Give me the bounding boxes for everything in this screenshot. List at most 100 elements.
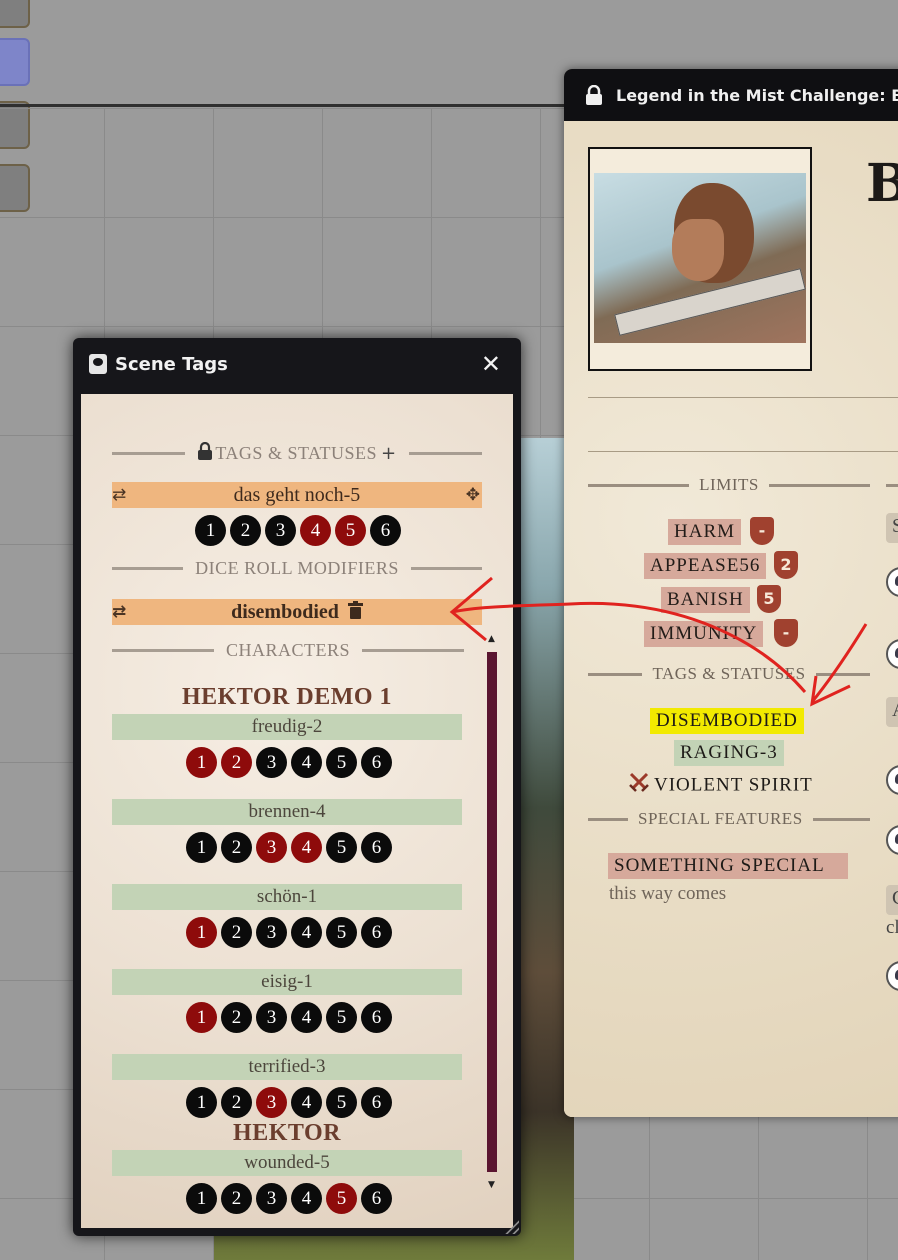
die-1[interactable]: 1 [186, 1002, 217, 1033]
die-2[interactable]: 2 [221, 1183, 252, 1214]
die-4[interactable]: 4 [291, 1002, 322, 1033]
die-5[interactable]: 5 [326, 917, 357, 948]
status-tag[interactable]: eisig-1 [112, 969, 462, 995]
plus-icon[interactable]: + [381, 443, 397, 464]
scroll-up-icon[interactable]: ▲ [488, 634, 495, 644]
shield-icon: 5 [757, 585, 781, 613]
character-name[interactable]: HEKTOR DEMO 1 [112, 684, 462, 711]
character-name[interactable]: HEKTOR [112, 1120, 462, 1147]
divider [588, 397, 898, 398]
lock-icon[interactable] [584, 84, 604, 105]
scene-tags-content: TAGS & STATUSES + ⇄ das geht noch-5 ✥ 12… [81, 394, 513, 1228]
move-icon[interactable]: ✥ [466, 482, 480, 508]
die-6[interactable]: 6 [361, 832, 392, 863]
status-tag[interactable]: wounded-5 [112, 1150, 462, 1176]
skull-icon[interactable] [886, 765, 898, 795]
die-5[interactable]: 5 [326, 1002, 357, 1033]
tool-button-top[interactable] [0, 0, 30, 28]
die-4[interactable]: 4 [291, 1087, 322, 1118]
limit-banish[interactable]: BANISH [661, 587, 750, 613]
resize-handle[interactable] [505, 1220, 519, 1234]
right-column-chip[interactable]: S [886, 513, 898, 543]
die-4[interactable]: 4 [291, 832, 322, 863]
die-1[interactable]: 1 [186, 1087, 217, 1118]
status-tag[interactable]: schön-1 [112, 884, 462, 910]
limit-appease[interactable]: APPEASE56 [644, 553, 767, 579]
dice-roll-modifiers-heading: DICE ROLL MODIFIERS [112, 558, 482, 579]
limit-harm[interactable]: HARM [668, 519, 742, 545]
die-3[interactable]: 3 [256, 1002, 287, 1033]
trash-icon[interactable] [347, 600, 363, 626]
die-5[interactable]: 5 [335, 515, 366, 546]
die-4[interactable]: 4 [291, 917, 322, 948]
status-raging[interactable]: RAGING-3 [674, 740, 784, 766]
skull-icon[interactable] [886, 961, 898, 991]
skull-icon[interactable] [886, 825, 898, 855]
die-5[interactable]: 5 [326, 1087, 357, 1118]
die-5[interactable]: 5 [326, 832, 357, 863]
lock-icon[interactable] [197, 441, 213, 465]
tags-statuses-heading: TAGS & STATUSES [588, 664, 870, 684]
die-6[interactable]: 6 [370, 515, 401, 546]
die-3[interactable]: 3 [256, 1183, 287, 1214]
divider [588, 451, 898, 452]
die-2[interactable]: 2 [230, 515, 261, 546]
limit-immunity[interactable]: IMMUNITY [644, 621, 764, 647]
die-3[interactable]: 3 [256, 917, 287, 948]
swap-icon[interactable]: ⇄ [112, 599, 126, 625]
dice-row: 123456 [186, 832, 392, 863]
challenge-portrait[interactable] [588, 147, 812, 371]
scene-tag-das-geht-noch[interactable]: ⇄ das geht noch-5 ✥ [112, 482, 482, 508]
status-tag[interactable]: terrified-3 [112, 1054, 462, 1080]
die-1[interactable]: 1 [186, 747, 217, 778]
die-1[interactable]: 1 [186, 832, 217, 863]
die-6[interactable]: 6 [361, 917, 392, 948]
die-6[interactable]: 6 [361, 747, 392, 778]
die-4[interactable]: 4 [300, 515, 331, 546]
right-column-chip[interactable]: C [886, 885, 898, 915]
die-1[interactable]: 1 [195, 515, 226, 546]
challenge-window-title: Legend in the Mist Challenge: BAC [616, 85, 898, 105]
dice-row: 123456 [186, 1002, 392, 1033]
die-6[interactable]: 6 [361, 1183, 392, 1214]
tags-statuses-heading: TAGS & STATUSES + [112, 441, 482, 465]
die-1[interactable]: 1 [186, 1183, 217, 1214]
challenge-sheet-window[interactable]: Legend in the Mist Challenge: BAC B LIMI… [564, 69, 898, 1117]
portrait-image [594, 173, 806, 343]
right-column-chip[interactable]: A [886, 697, 898, 727]
die-2[interactable]: 2 [221, 1087, 252, 1118]
die-5[interactable]: 5 [326, 1183, 357, 1214]
die-2[interactable]: 2 [221, 917, 252, 948]
die-3[interactable]: 3 [256, 832, 287, 863]
swap-icon[interactable]: ⇄ [112, 482, 126, 508]
challenge-window-header[interactable]: Legend in the Mist Challenge: BAC [564, 69, 898, 121]
die-6[interactable]: 6 [361, 1087, 392, 1118]
die-3[interactable]: 3 [256, 747, 287, 778]
die-5[interactable]: 5 [326, 747, 357, 778]
die-3[interactable]: 3 [265, 515, 296, 546]
modifier-tag-disembodied[interactable]: ⇄ disembodied [112, 599, 482, 625]
scroll-down-icon[interactable]: ▼ [488, 1180, 495, 1190]
skull-icon[interactable] [886, 567, 898, 597]
story-tag-violent-spirit[interactable]: VIOLENT SPIRIT [626, 771, 819, 797]
die-3[interactable]: 3 [256, 1087, 287, 1118]
scene-tags-header[interactable]: Scene Tags ✕ [73, 338, 521, 390]
scene-tags-window[interactable]: Scene Tags ✕ TAGS & STATUSES + ⇄ das geh… [73, 338, 521, 1236]
status-tag[interactable]: freudig-2 [112, 714, 462, 740]
tag-disembodied[interactable]: DISEMBODIED [650, 708, 804, 734]
die-6[interactable]: 6 [361, 1002, 392, 1033]
close-icon[interactable]: ✕ [481, 350, 501, 378]
die-4[interactable]: 4 [291, 747, 322, 778]
die-2[interactable]: 2 [221, 747, 252, 778]
scrollbar[interactable]: ▲ ▼ [486, 634, 498, 1218]
skull-icon[interactable] [886, 639, 898, 669]
challenge-name[interactable]: B [866, 153, 898, 214]
die-1[interactable]: 1 [186, 917, 217, 948]
status-tag[interactable]: brennen-4 [112, 799, 462, 825]
die-4[interactable]: 4 [291, 1183, 322, 1214]
special-feature-name[interactable]: SOMETHING SPECIAL [608, 853, 848, 879]
die-2[interactable]: 2 [221, 832, 252, 863]
die-2[interactable]: 2 [221, 1002, 252, 1033]
scrollbar-thumb[interactable] [487, 652, 497, 1172]
tool-button-active[interactable] [0, 38, 30, 86]
